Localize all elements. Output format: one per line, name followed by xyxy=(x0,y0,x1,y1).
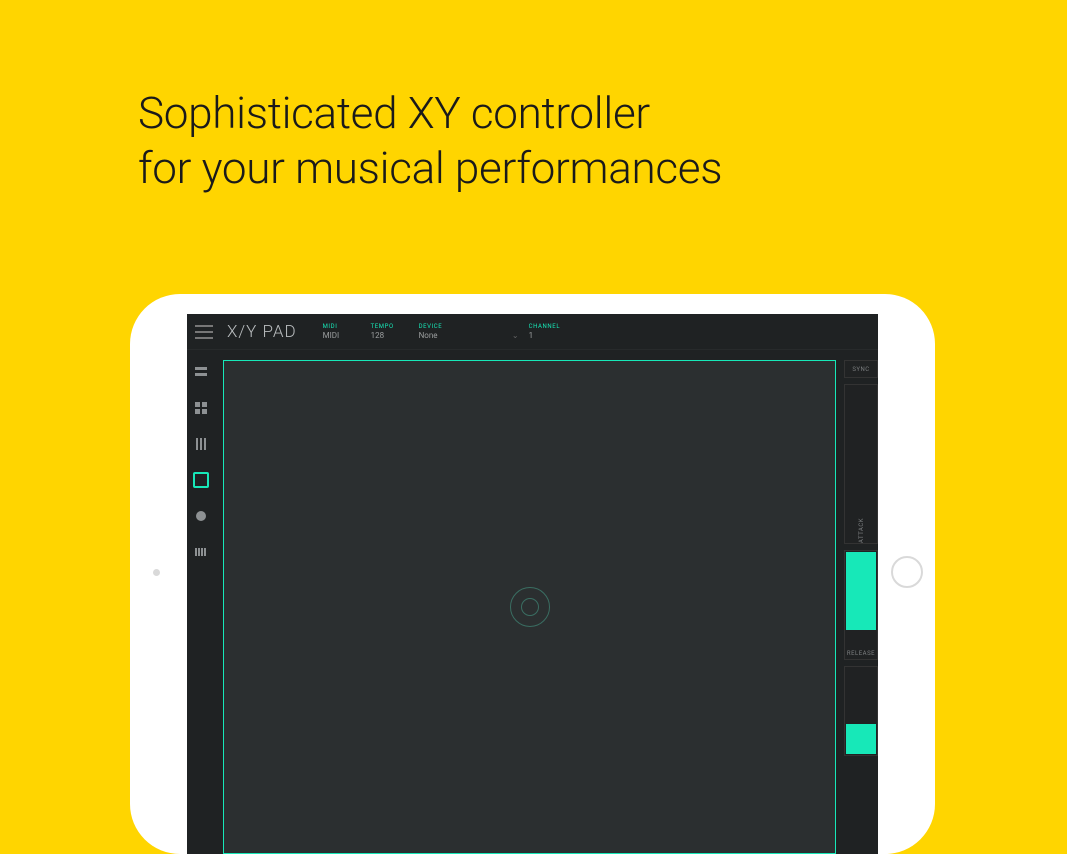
headline-line-2: for your musical performances xyxy=(138,142,722,194)
sync-button[interactable]: SYNC xyxy=(844,360,878,378)
right-panel: SYNC ATTACK RELEASE xyxy=(844,350,878,854)
app-screen: X/Y PAD MIDI MIDI TEMPO 128 DEVICE None … xyxy=(187,314,878,854)
device-label: DEVICE xyxy=(419,323,519,330)
midi-selector[interactable]: MIDI MIDI xyxy=(323,323,361,340)
record-icon[interactable] xyxy=(193,508,209,524)
top-bar: X/Y PAD MIDI MIDI TEMPO 128 DEVICE None … xyxy=(187,314,878,350)
tempo-selector[interactable]: TEMPO 128 xyxy=(371,323,409,340)
channel-value: 1 xyxy=(529,331,567,340)
grid-icon[interactable] xyxy=(193,400,209,416)
release-slider[interactable]: RELEASE xyxy=(844,550,878,660)
layout-rows-icon[interactable] xyxy=(193,364,209,380)
menu-icon[interactable] xyxy=(195,325,213,339)
xy-pad-icon[interactable] xyxy=(193,472,209,488)
release-label: RELEASE xyxy=(845,650,877,657)
device-value: None xyxy=(419,331,438,340)
device-selector[interactable]: DEVICE None ⌄ xyxy=(419,323,519,340)
marketing-headline: Sophisticated XY controller for your mus… xyxy=(138,86,722,196)
xy-puck-inner xyxy=(521,598,539,616)
attack-label: ATTACK xyxy=(858,514,865,543)
channel-selector[interactable]: CHANNEL 1 xyxy=(529,323,567,340)
chevron-down-icon: ⌄ xyxy=(512,331,519,340)
sync-label: SYNC xyxy=(852,366,869,373)
headline-line-1: Sophisticated XY controller xyxy=(138,87,650,139)
tempo-value: 128 xyxy=(371,331,409,340)
keyboard-icon[interactable] xyxy=(193,544,209,560)
midi-value: MIDI xyxy=(323,331,361,340)
sliders-icon[interactable] xyxy=(193,436,209,452)
tablet-frame: X/Y PAD MIDI MIDI TEMPO 128 DEVICE None … xyxy=(130,294,935,854)
tablet-camera-dot xyxy=(153,569,160,576)
tablet-home-button[interactable] xyxy=(891,556,923,588)
xy-puck[interactable] xyxy=(510,587,550,627)
body-area: SYNC ATTACK RELEASE xyxy=(187,350,878,854)
midi-label: MIDI xyxy=(323,323,361,330)
app-title: X/Y PAD xyxy=(227,322,297,342)
xy-pad-container xyxy=(215,350,844,854)
side-toolbar xyxy=(187,350,215,854)
tempo-label: TEMPO xyxy=(371,323,409,330)
channel-label: CHANNEL xyxy=(529,323,567,330)
release-fill xyxy=(846,552,876,630)
attack-slider[interactable]: ATTACK xyxy=(844,384,878,544)
xy-pad-surface[interactable] xyxy=(223,360,836,854)
hold-slider[interactable] xyxy=(844,666,878,756)
hold-fill xyxy=(846,724,876,754)
